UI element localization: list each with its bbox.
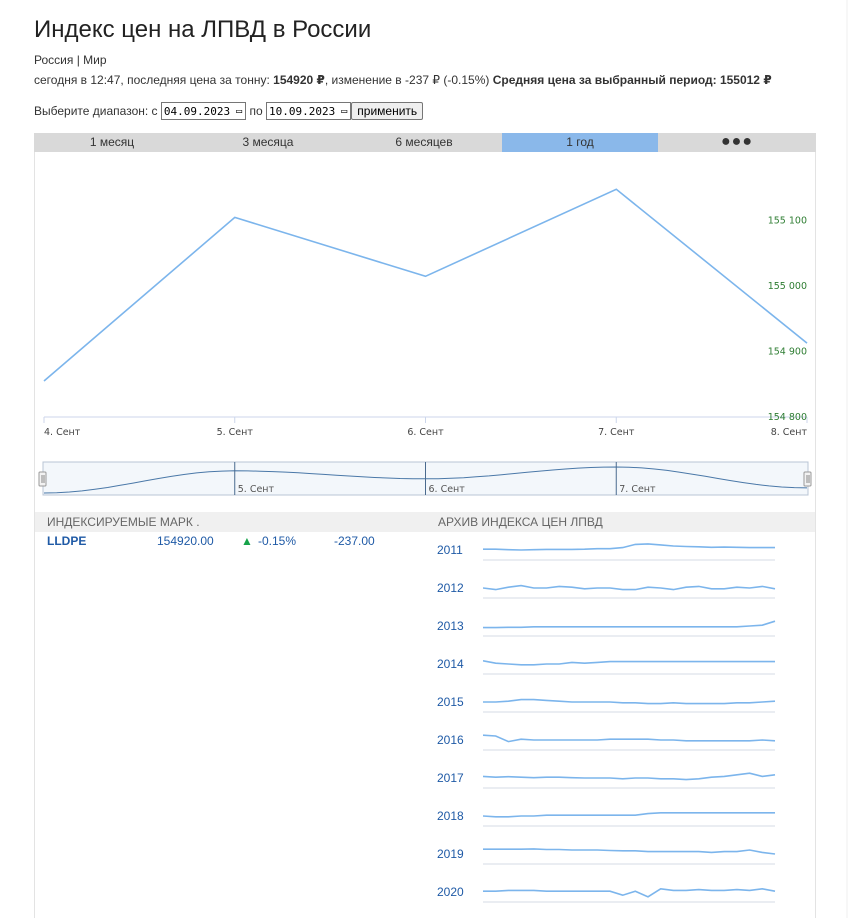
tab-1-year[interactable]: 1 год <box>502 133 658 152</box>
archive-year-row[interactable]: 2012 <box>425 572 815 610</box>
sparkline-series <box>483 772 776 781</box>
x-tick-label: 4. Сент <box>44 427 81 438</box>
archive-year-row[interactable]: 2017 <box>425 762 815 800</box>
archive-year-row[interactable]: 2019 <box>425 838 815 876</box>
archive-year-link[interactable]: 2013 <box>437 619 464 633</box>
archive-year-row[interactable]: 2015 <box>425 686 815 724</box>
archive-year-link[interactable]: 2015 <box>437 695 464 709</box>
sparkline-series <box>483 848 776 855</box>
archive-year-row[interactable]: 2014 <box>425 648 815 686</box>
archive-sparkline <box>483 660 775 675</box>
series-line <box>43 188 808 382</box>
sparkline-series <box>483 620 776 629</box>
sparkline-series <box>483 812 775 818</box>
calendar-icon[interactable]: ▭ <box>341 106 347 117</box>
breadcrumb-world-link[interactable]: Мир <box>83 53 106 67</box>
archive-year-row[interactable]: 2016 <box>425 724 815 762</box>
archive-year-link[interactable]: 2020 <box>437 885 464 899</box>
archive-year-link[interactable]: 2012 <box>437 581 464 595</box>
price-change: , изменение в -237 ₽ (-0.15%) <box>324 73 490 87</box>
x-tick-label: 7. Сент <box>598 427 635 438</box>
date-to-value: 10.09.2023 <box>269 104 336 118</box>
grade-name[interactable]: LLDPE <box>47 534 86 548</box>
archive-year-row[interactable]: 2020 <box>425 876 815 914</box>
archive-year-link[interactable]: 2017 <box>437 771 464 785</box>
archive-year-link[interactable]: 2018 <box>437 809 464 823</box>
archive-year-link[interactable]: 2011 <box>437 543 463 557</box>
y-tick-label: 154 900 <box>768 347 807 358</box>
tab-6-months[interactable]: 6 месяцев <box>346 133 502 152</box>
y-tick-label: 155 100 <box>768 216 807 227</box>
date-from-input[interactable]: 04.09.2023 ▭ <box>160 102 247 120</box>
range-to-label: по <box>249 104 263 118</box>
sparkline-series <box>483 660 775 666</box>
date-to-input[interactable]: 10.09.2023 ▭ <box>266 102 352 120</box>
archive-header: АРХИВ ИНДЕКСА ЦЕН ЛПВД <box>425 512 815 532</box>
calendar-icon[interactable]: ▭ <box>236 106 242 117</box>
apply-button[interactable]: применить <box>351 102 424 120</box>
grade-price: 154920.00 <box>157 534 214 548</box>
x-tick-label: 6. Сент <box>407 427 444 438</box>
archive-sparkline <box>483 848 776 865</box>
archive-sparkline <box>483 887 776 903</box>
archive-sparkline <box>483 543 775 561</box>
sparkline-series <box>483 887 776 898</box>
archive-year-link[interactable]: 2014 <box>437 657 464 671</box>
arrow-up-icon: ▲ <box>241 534 253 548</box>
archive-year-link[interactable]: 2016 <box>437 733 464 747</box>
archive-sparkline <box>483 772 776 789</box>
archive-year-link[interactable]: 2019 <box>437 847 464 861</box>
sparkline-series <box>483 698 776 705</box>
more-options-icon[interactable]: ●●● <box>658 133 816 152</box>
archive-year-row[interactable]: 2011 <box>425 534 815 572</box>
archive-year-row[interactable]: 2013 <box>425 610 815 648</box>
breadcrumb: Россия | Мир <box>34 53 107 67</box>
sparkline-series <box>483 734 776 743</box>
page-title: Индекс цен на ЛПВД в России <box>34 16 372 43</box>
last-price: 154920 ₽ <box>273 73 325 87</box>
archive-sparkline <box>483 620 776 637</box>
period-tabs: 1 месяц 3 месяца 6 месяцев 1 год ●●● <box>34 133 816 152</box>
grade-change-abs: -237.00 <box>334 534 375 548</box>
y-tick-label: 154 800 <box>768 412 807 423</box>
date-from-value: 04.09.2023 <box>163 104 231 118</box>
navigator-label: 7. Сент <box>619 484 656 495</box>
navigator-label: 5. Сент <box>238 484 275 495</box>
x-tick-label: 8. Сент <box>771 427 808 438</box>
tab-3-months[interactable]: 3 месяца <box>190 133 346 152</box>
tab-1-month[interactable]: 1 месяц <box>34 133 190 152</box>
x-tick-label: 5. Сент <box>217 427 254 438</box>
status-prefix: сегодня в 12:47, последняя цена за тонну… <box>34 73 270 87</box>
average-price: Средняя цена за выбранный период: 155012… <box>492 73 772 87</box>
grade-change-pct: -0.15% <box>258 534 297 548</box>
archive-sparkline <box>483 584 776 599</box>
indexed-grades-header: ИНДЕКСИРУЕМЫЕ МАРК . <box>35 512 425 532</box>
navigator-label: 6. Сент <box>429 484 466 495</box>
archive-sparkline <box>483 812 775 827</box>
range-from-label: Выберите диапазон: с <box>34 104 158 118</box>
date-range-picker: Выберите диапазон: с 04.09.2023 ▭ по 10.… <box>34 102 424 120</box>
archive-sparkline <box>483 734 776 751</box>
price-chart: 4. Сент 5. Сент 6. Сент 7. Сент 8. Сент 155 1… <box>38 188 812 496</box>
sparkline-series <box>483 543 775 551</box>
archive-sparkline <box>483 698 776 713</box>
archive-year-row[interactable]: 2018 <box>425 800 815 838</box>
breadcrumb-russia-link[interactable]: Россия <box>34 53 73 67</box>
breadcrumb-separator: | <box>76 53 80 67</box>
y-tick-label: 155 000 <box>768 281 807 292</box>
price-status: сегодня в 12:47, последняя цена за тонну… <box>34 73 772 87</box>
sparkline-series <box>483 584 776 591</box>
